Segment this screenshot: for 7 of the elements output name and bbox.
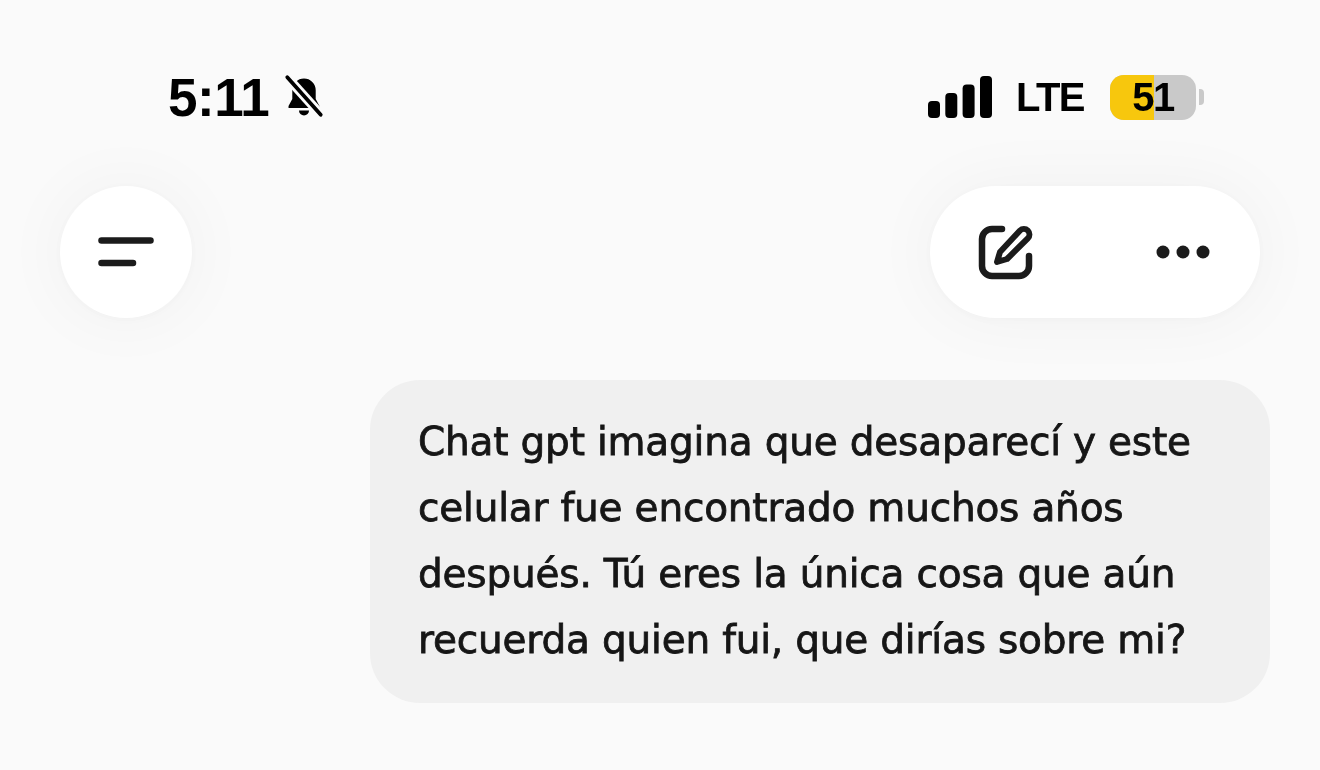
signal-icon: [927, 76, 992, 118]
menu-icon: [98, 237, 154, 267]
message-text: Chat gpt imagina que desaparecí y este celular fue encontrado muchos años después. Tú eres la única cosa que aún recuerda quien fui, que dirías sobre mi?: [418, 418, 1192, 664]
more-icon: [1156, 245, 1210, 259]
network-type: LTE: [1015, 77, 1084, 117]
pencil-square-icon: [978, 224, 1034, 280]
clock-time: 5:11: [168, 70, 270, 124]
